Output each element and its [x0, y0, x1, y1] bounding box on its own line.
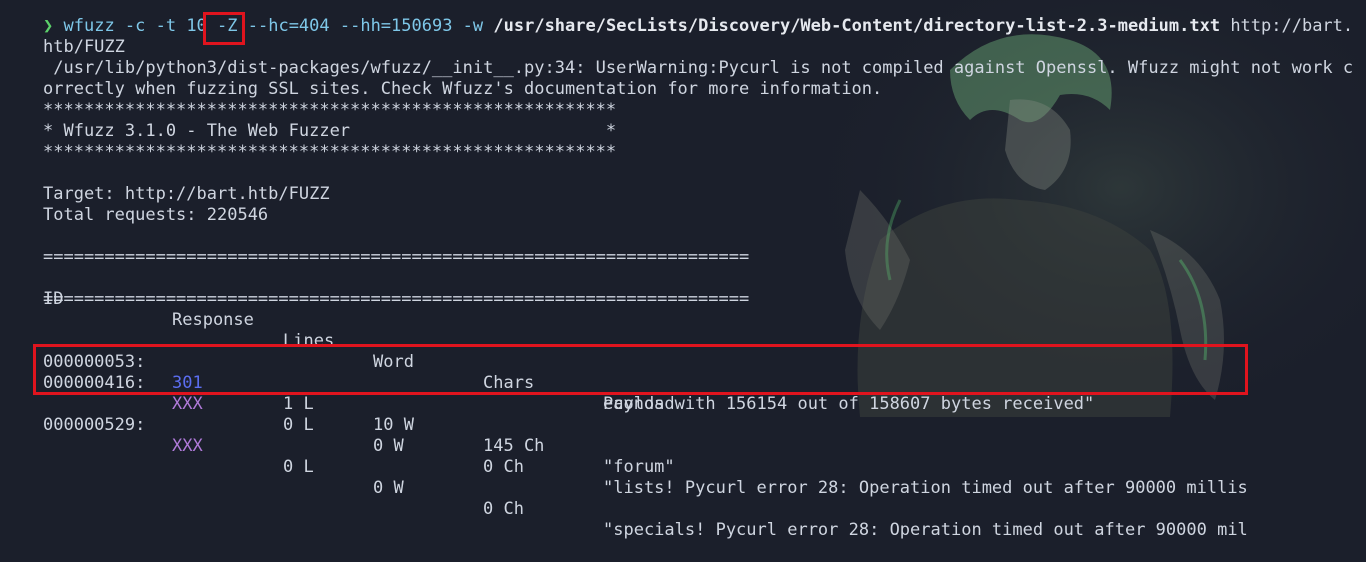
row-chars: 0 Ch [483, 499, 524, 519]
row-response: XXX [172, 436, 203, 456]
row-payload: "specials! Pycurl error 28: Operation ti… [603, 520, 1248, 540]
row-word: 0 W [373, 478, 404, 498]
row-payload: "lists! Pycurl error 28: Operation timed… [603, 478, 1248, 498]
row-chars: 0 Ch [483, 457, 524, 477]
header-response: Response [172, 310, 254, 330]
prompt-symbol: ❯ [43, 16, 54, 36]
highlight-box-row [33, 344, 1248, 395]
command-wordlist-path: /usr/share/SecLists/Discovery/Web-Conten… [493, 16, 1221, 36]
separator-top: ========================================… [43, 247, 750, 267]
table-row: 000000529: XXX 0 L 0 W 0 Ch "specials! P… [43, 394, 1343, 540]
command-url-2: htb/FUZZ [43, 37, 125, 57]
warning-line-1: /usr/lib/python3/dist-packages/wfuzz/__i… [43, 58, 1354, 78]
banner-title: * Wfuzz 3.1.0 - The Web Fuzzer * [43, 121, 617, 141]
row-word: 0 W [373, 436, 404, 456]
command-url-1: http://bart. [1220, 16, 1354, 36]
total-requests-line: Total requests: 220546 [43, 205, 269, 225]
row-chars: 145 Ch [483, 436, 545, 456]
banner-stars-bottom: ****************************************… [43, 142, 617, 162]
row-lines: 0 L [283, 457, 314, 477]
warning-line-2: orrectly when fuzzing SSL sites. Check W… [43, 79, 883, 99]
results-header: ID Response Lines Word Chars Payload [43, 268, 1343, 414]
row-lines: 0 L [283, 415, 314, 435]
row-payload: "forum" [603, 457, 675, 477]
banner-stars-top: ****************************************… [43, 100, 617, 120]
target-line: Target: http://bart.htb/FUZZ [43, 184, 330, 204]
command-text-1: wfuzz -c -t 10 [63, 16, 218, 36]
highlight-box-flag [203, 12, 245, 45]
command-text-2: --hc=404 --hh=150693 -w [237, 16, 494, 36]
row-word: 10 W [373, 415, 414, 435]
row-id: 000000529: [43, 415, 146, 435]
separator-bottom: ========================================… [43, 289, 750, 309]
